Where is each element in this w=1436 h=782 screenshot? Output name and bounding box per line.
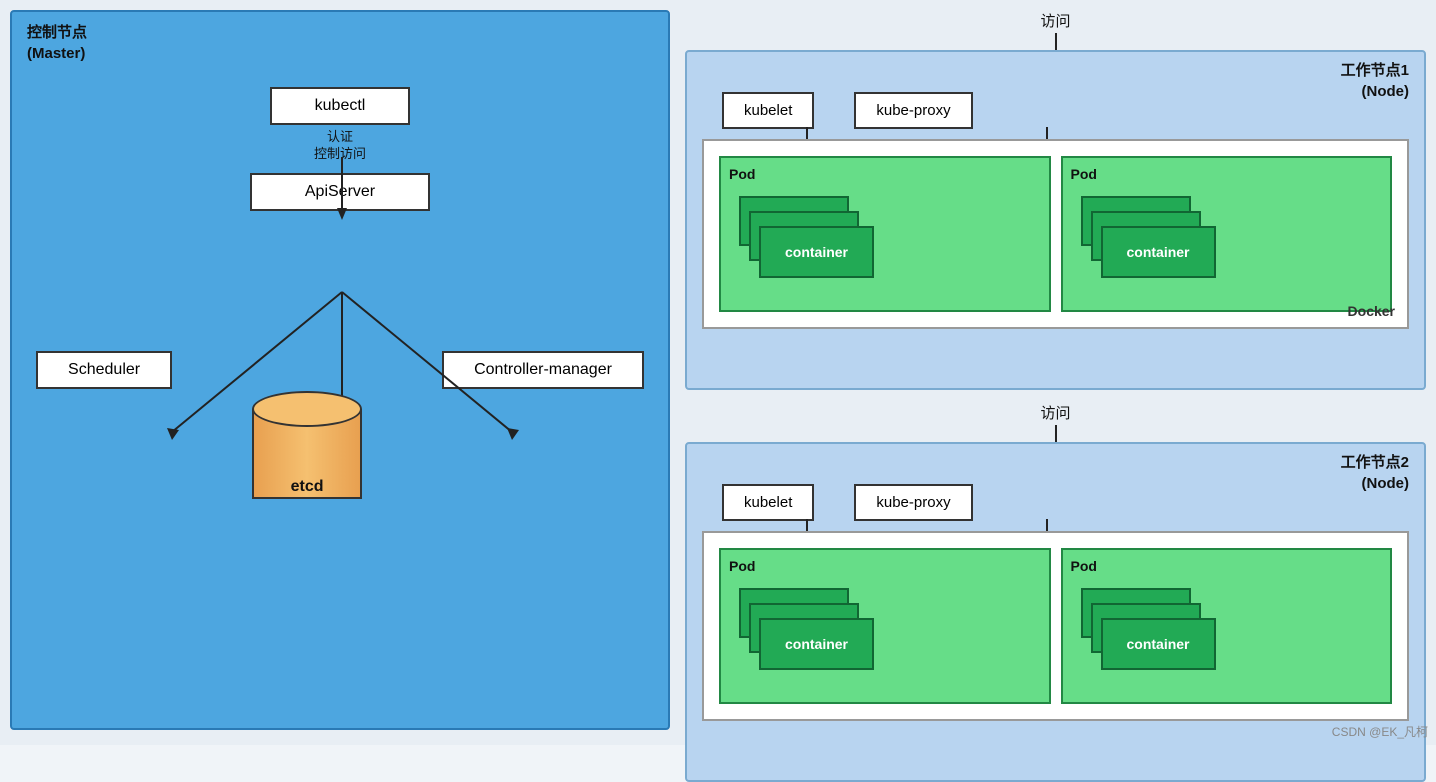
worker1-kubelet-box: kubelet: [722, 92, 814, 129]
etcd-branch: etcd: [252, 381, 362, 511]
main-container: 控制节点 (Master) kubectl: [0, 0, 1436, 745]
worker1-wrapper: 访问 工作节点1 (Node): [685, 10, 1426, 390]
worker2-kubelet-label: kubelet: [744, 494, 792, 511]
worker1-pod1-container-label: container: [785, 244, 848, 260]
worker1-label-line2: (Node): [1341, 81, 1409, 102]
worker1-pod1-stack: container: [729, 186, 1041, 302]
worker1-pod2-container-label: container: [1126, 244, 1189, 260]
auth-label1: 认证: [314, 129, 366, 146]
worker2-pod2-container-label: container: [1126, 636, 1189, 652]
worker1-pod2-label: Pod: [1071, 166, 1383, 182]
master-label-line2: (Master): [27, 43, 87, 64]
worker2-pods-area: Pod container Pod: [702, 531, 1409, 721]
worker1-pod1-card-front: container: [759, 226, 874, 278]
worker1-docker-label: Docker: [1348, 303, 1395, 319]
worker1-pod2: Pod container: [1061, 156, 1393, 312]
cylinder-top: [252, 391, 362, 427]
kubectl-box: kubectl: [270, 87, 410, 125]
worker2-top-row: kubelet kube-proxy: [722, 484, 1409, 521]
worker1-pod1-label: Pod: [729, 166, 1041, 182]
worker2-label: 工作节点2 (Node): [1341, 452, 1409, 494]
worker2-pod2-label: Pod: [1071, 558, 1383, 574]
worker2-pod1-card-front: container: [759, 618, 874, 670]
worker2-pod1: Pod container: [719, 548, 1051, 704]
master-label: 控制节点 (Master): [27, 22, 87, 64]
controller-manager-label: Controller-manager: [474, 361, 612, 378]
worker2-node: 工作节点2 (Node) kubelet kube-proxy: [685, 442, 1426, 782]
etcd-cylinder: etcd: [252, 391, 362, 511]
worker1-pod2-card-front: container: [1101, 226, 1216, 278]
worker2-pod2-stack: container: [1071, 578, 1383, 694]
worker2-pod1-label: Pod: [729, 558, 1041, 574]
scheduler-label: Scheduler: [68, 361, 140, 378]
worker2-pod2-card-front: container: [1101, 618, 1216, 670]
master-node: 控制节点 (Master) kubectl: [10, 10, 670, 730]
worker1-label-line1: 工作节点1: [1341, 60, 1409, 81]
worker1-label: 工作节点1 (Node): [1341, 60, 1409, 102]
worker2-pod1-container-label: container: [785, 636, 848, 652]
master-content: kubectl 认证 控制访问 ApiServer Sched: [27, 27, 653, 713]
worker1-pod1: Pod container: [719, 156, 1051, 312]
etcd-label: etcd: [291, 478, 324, 496]
scheduler-branch: Scheduler: [36, 351, 172, 389]
scheduler-box: Scheduler: [36, 351, 172, 389]
worker1-kube-proxy-label: kube-proxy: [876, 102, 950, 119]
worker1-kubelet-label: kubelet: [744, 102, 792, 119]
worker1-pod2-stack: container: [1071, 186, 1383, 302]
apiserver-label: ApiServer: [305, 183, 375, 200]
worker1-top-row: kubelet kube-proxy: [722, 92, 1409, 129]
worker2-kubelet-box: kubelet: [722, 484, 814, 521]
worker1-node: 工作节点1 (Node) kubelet: [685, 50, 1426, 390]
worker1-visit-label: 访问: [1040, 10, 1070, 31]
auth-label: 认证 控制访问: [314, 129, 366, 163]
kubectl-label: kubectl: [315, 97, 366, 114]
right-panel: 访问 工作节点1 (Node): [685, 10, 1426, 735]
worker1-kube-proxy-box: kube-proxy: [854, 92, 972, 129]
worker2-kube-proxy-label: kube-proxy: [876, 494, 950, 511]
controller-manager-box: Controller-manager: [442, 351, 644, 389]
master-label-line1: 控制节点: [27, 22, 87, 43]
controller-branch: Controller-manager: [442, 351, 644, 389]
worker2-pod1-stack: container: [729, 578, 1041, 694]
worker2-kube-proxy-box: kube-proxy: [854, 484, 972, 521]
worker2-wrapper: 访问 工作节点2 (Node) kubelet: [685, 402, 1426, 782]
worker2-pod2: Pod container: [1061, 548, 1393, 704]
apiserver-box: ApiServer: [250, 173, 430, 211]
worker1-pods-area: Pod container Pod: [702, 139, 1409, 329]
worker2-label-line2: (Node): [1341, 473, 1409, 494]
worker2-visit-label: 访问: [1040, 402, 1070, 423]
watermark: CSDN @EK_凡柯: [1332, 723, 1428, 740]
branches-row: Scheduler etcd Controller-manager: [27, 351, 653, 511]
worker2-label-line1: 工作节点2: [1341, 452, 1409, 473]
auth-label2: 控制访问: [314, 146, 366, 163]
